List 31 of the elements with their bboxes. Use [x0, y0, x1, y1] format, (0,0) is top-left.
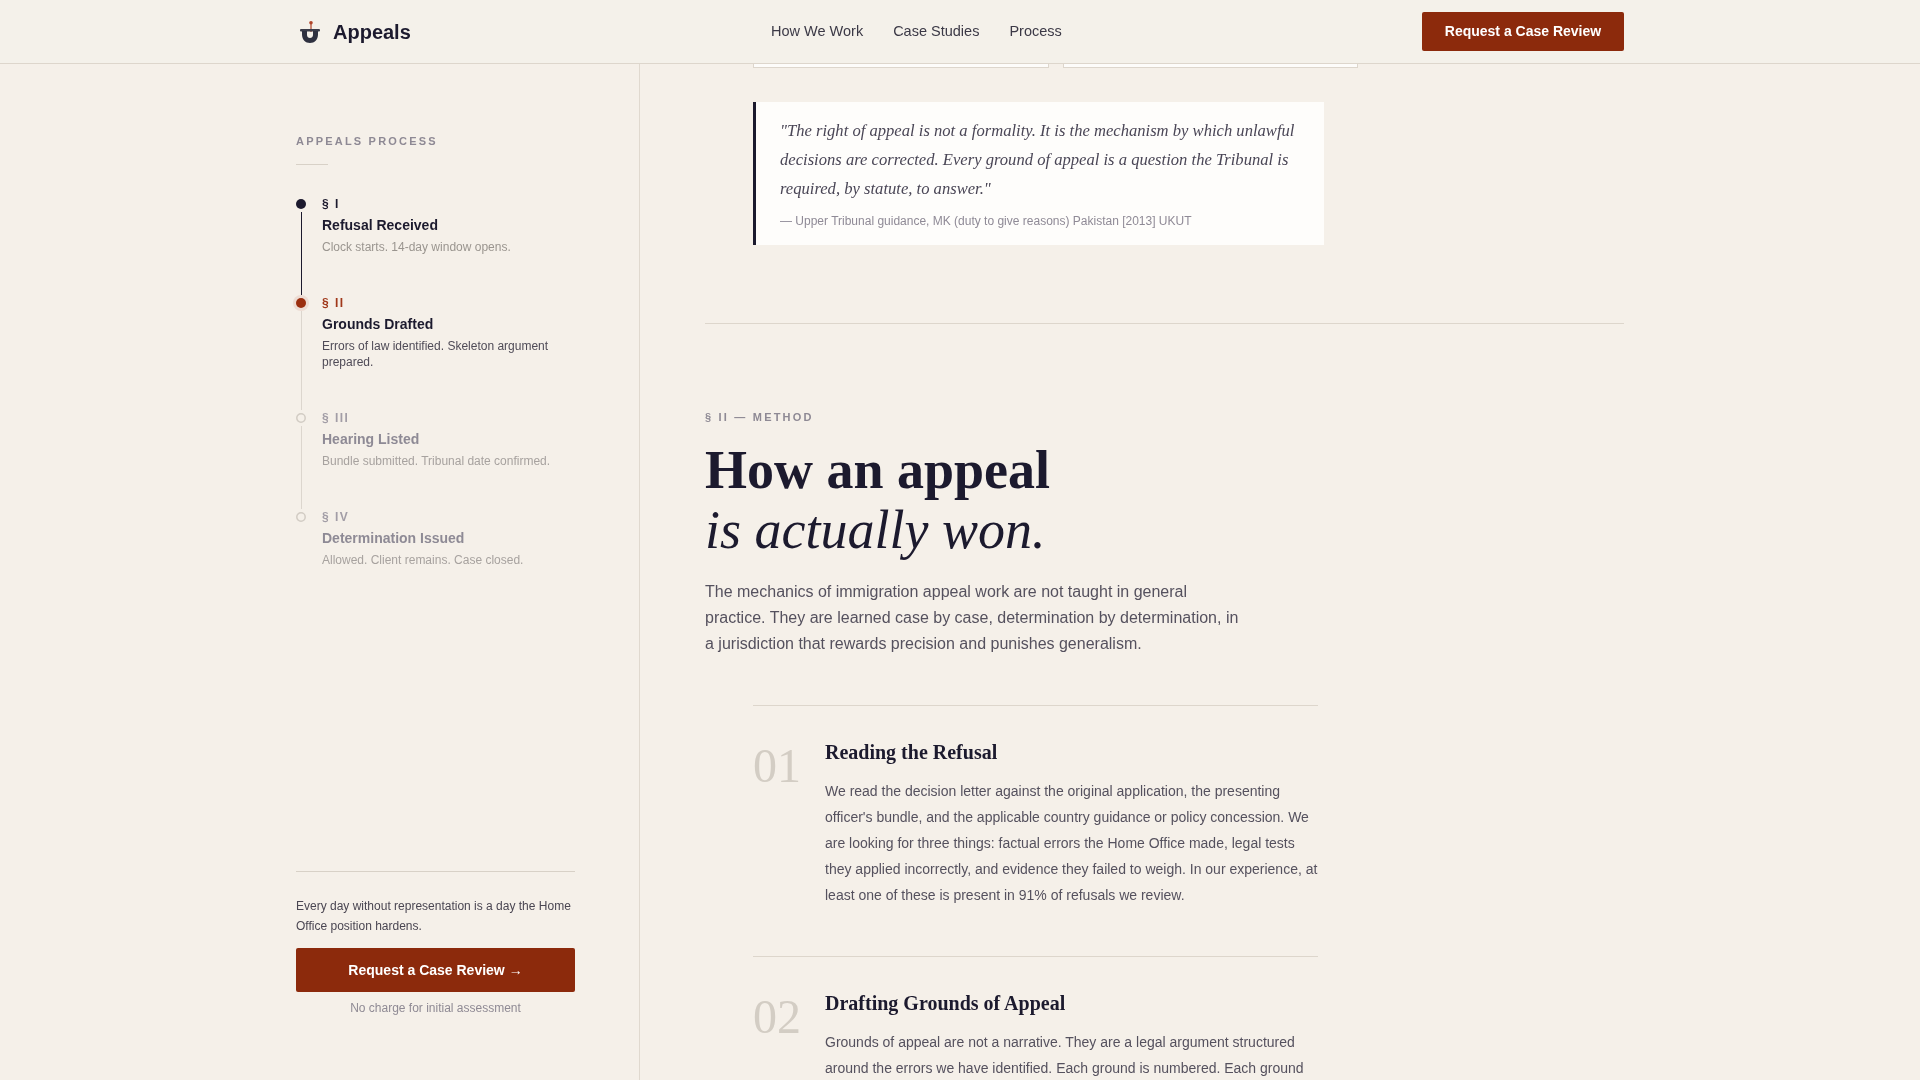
section-intro: The mechanics of immigration appeal work are not taught in general practice. They are learned case by case, determination by determination, in a jurisdiction that rewards precision and punishes generalism. — [705, 582, 1240, 654]
step-number: § II — [322, 295, 345, 311]
method-body: We read the decision letter against the original application, the presenting officer's bundle, and the applicable country guidance or policy concession. We are looking for three things: factual errors the Home Office made, legal tests they applied incorrectly, and evidence they failed to weigh. In our experience, at least one of these is present in 91% of refusals we review. — [825, 782, 1318, 905]
method-title: Drafting Grounds of Appeal — [825, 991, 1067, 1017]
step-description: Clock starts. 14-day window opens. — [322, 239, 511, 255]
step-number: § I — [322, 196, 340, 212]
nav-link[interactable]: Case Studies — [893, 20, 980, 43]
step-title: Refusal Received — [322, 216, 438, 235]
method-title: Reading the Refusal — [825, 740, 999, 766]
step-title: Hearing Listed — [322, 430, 420, 449]
quote-text: "The right of appeal is not a formality. It is the mechanism by which unlawful decisions are corrected. Every ground of appeal is a question the Tribunal is required, by statute, to answer." — [780, 120, 1296, 200]
step-description: Allowed. Client remains. Case closed. — [322, 552, 524, 568]
method-body: Grounds of appeal are not a narrative. They are a legal argument structured around the errors we have identified. Each ground is numbered. Each ground — [825, 1033, 1305, 1078]
sidebar-title: APPEALS PROCESS — [296, 134, 438, 149]
brand-name: Appeals — [333, 19, 411, 45]
step-title: Determination Issued — [322, 529, 465, 548]
step-number: § III — [322, 410, 350, 426]
quote-citation: — Upper Tribunal guidance, MK (duty to give reasons) Pakistan [2013] UKUT — [780, 213, 1193, 229]
request-review-button[interactable]: Request a Case Review — [1422, 12, 1624, 51]
logo-icon — [300, 20, 320, 43]
request-review-button[interactable]: Request a Case Review → — [296, 948, 575, 992]
step-description: Bundle submitted. Tribunal date confirmed. — [322, 453, 551, 469]
step-number: § IV — [322, 509, 350, 525]
urgency-note: Every day without representation is a day the Home Office position hardens. — [296, 898, 572, 935]
cta-note: No charge for initial assessment — [349, 1000, 522, 1016]
section-eyebrow: § II — METHOD — [705, 410, 814, 425]
section-heading: How an appeal is actually won. — [705, 440, 1051, 560]
step-title: Grounds Drafted — [322, 315, 434, 334]
step-description: Errors of law identified. Skeleton argument prepared. — [322, 338, 550, 370]
nav-link[interactable]: Process — [1009, 20, 1062, 43]
nav-link[interactable]: How We Work — [771, 20, 864, 43]
